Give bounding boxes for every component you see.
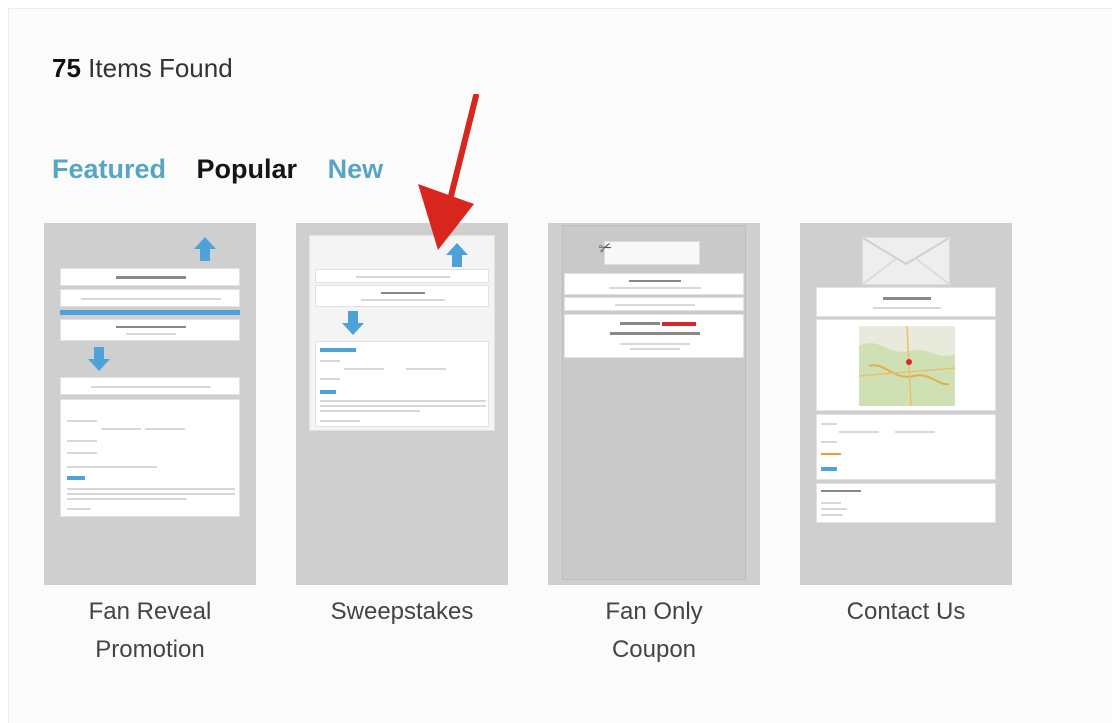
preview-info-box (60, 377, 240, 395)
preview-address-box (816, 483, 996, 523)
results-count-number: 75 (52, 53, 81, 83)
preview-form-box (816, 414, 996, 480)
tab-new[interactable]: New (328, 154, 384, 185)
preview-map-box (816, 319, 996, 411)
preview-thanks-box (60, 319, 240, 341)
template-thumbnail[interactable] (800, 223, 1012, 585)
template-card-sweepstakes[interactable]: Sweepstakes (296, 223, 508, 631)
preview-header-box (60, 268, 240, 286)
preview-thanks-box (564, 297, 744, 311)
template-card-contact-us[interactable]: Contact Us (800, 223, 1012, 631)
template-title-line1: Contact Us (846, 598, 966, 625)
preview-header-box (315, 269, 489, 283)
template-title[interactable]: Fan Only Coupon (548, 593, 760, 669)
results-count-label: Items Found (88, 53, 233, 83)
up-arrow-icon (446, 243, 468, 267)
template-title-line2: Promotion (95, 636, 205, 663)
preview-thanks-box (315, 285, 489, 307)
template-title-line1: Fan Only (605, 598, 703, 625)
down-arrow-icon (342, 311, 364, 335)
template-title-line1: Sweepstakes (330, 598, 474, 625)
envelope-icon (862, 237, 950, 285)
preview-scissors-strip: ✂ (597, 238, 700, 265)
template-title-line1: Fan Reveal (88, 598, 212, 625)
template-card-fan-only-coupon[interactable]: ✂ Fan Only Coupon (548, 223, 760, 669)
template-thumbnail[interactable] (44, 223, 256, 585)
tab-featured[interactable]: Featured (52, 154, 166, 185)
template-title[interactable]: Fan Reveal Promotion (44, 593, 256, 669)
results-count: 75 Items Found (52, 53, 233, 84)
template-title-line2: Coupon (611, 636, 697, 663)
preview-form-box (315, 341, 489, 427)
down-arrow-icon (88, 347, 110, 371)
preview-blue-strip (60, 310, 240, 315)
up-arrow-icon (194, 237, 216, 261)
template-thumbnail[interactable]: ✂ (548, 223, 760, 585)
map-icon (859, 326, 955, 406)
template-thumbnail[interactable] (296, 223, 508, 585)
preview-coupon-box (564, 314, 744, 358)
filter-tabs: Featured Popular New (52, 154, 406, 185)
preview-title-box (816, 287, 996, 317)
tab-popular[interactable]: Popular (197, 154, 298, 185)
preview-form-box (60, 399, 240, 517)
template-card-fan-reveal[interactable]: Fan Reveal Promotion (44, 223, 256, 669)
template-title[interactable]: Sweepstakes (296, 593, 508, 631)
preview-like-box (564, 273, 744, 295)
preview-text-box (60, 289, 240, 307)
template-title[interactable]: Contact Us (800, 593, 1012, 631)
